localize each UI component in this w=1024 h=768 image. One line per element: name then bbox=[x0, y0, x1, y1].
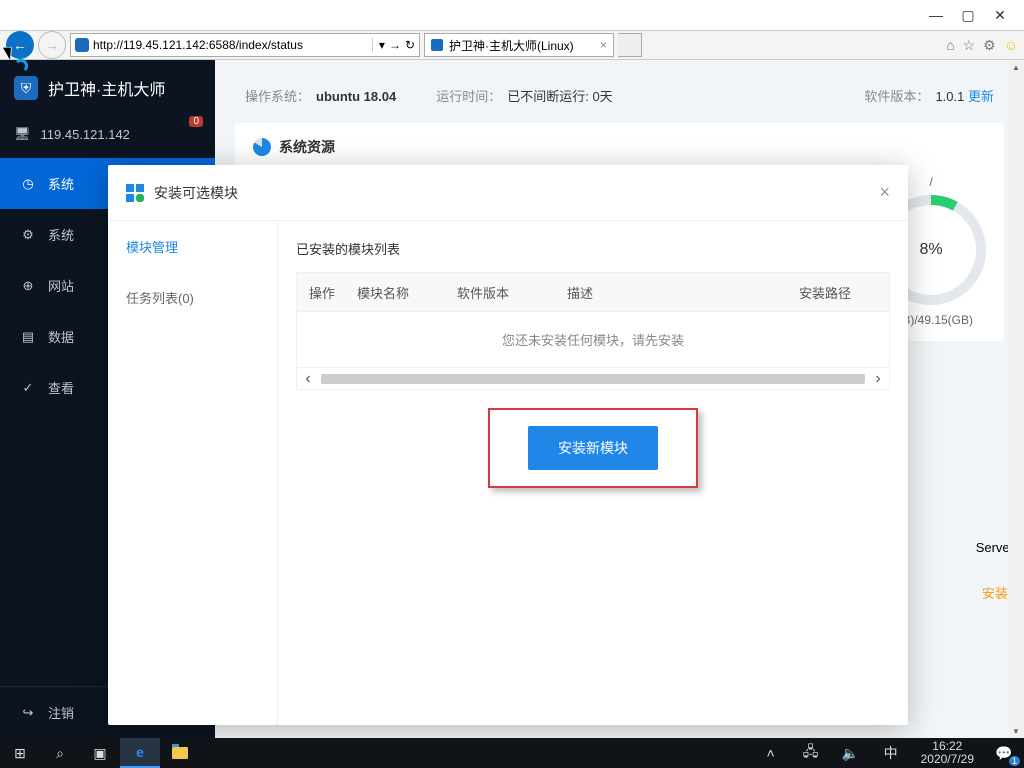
modal-title: 安装可选模块 bbox=[154, 183, 238, 203]
tab-task-list[interactable]: 任务列表(0) bbox=[108, 272, 277, 323]
table-header: 操作 模块名称 软件版本 描述 安装路径 bbox=[296, 272, 890, 312]
dropdown-icon[interactable]: ▾ bbox=[379, 38, 385, 52]
browser-toolbar: ← → http://119.45.121.142:6588/index/sta… bbox=[0, 30, 1024, 60]
site-shield-icon bbox=[75, 38, 89, 52]
highlighted-action-box: 安装新模块 bbox=[488, 408, 698, 488]
tray-up-icon[interactable]: ˄ bbox=[751, 738, 791, 768]
action-center-badge: 1 bbox=[1009, 756, 1020, 766]
tray-network-icon[interactable]: 🖧 bbox=[791, 738, 831, 768]
installed-modules-title: 已安装的模块列表 bbox=[296, 239, 890, 258]
window-maximize-button[interactable]: ▢ bbox=[952, 3, 984, 27]
scroll-thumb[interactable] bbox=[321, 374, 865, 384]
windows-taskbar: ⊞ ⌕ ▣ e ˄ 🖧 🔈 中 16:22 2020/7/29 💬1 bbox=[0, 738, 1024, 768]
scroll-left-icon[interactable]: ‹ bbox=[297, 370, 319, 388]
window-titlebar: — ▢ ✕ bbox=[0, 0, 1024, 30]
tab-close-icon[interactable]: × bbox=[600, 38, 607, 52]
search-button[interactable]: ⌕ bbox=[40, 738, 80, 768]
home-icon[interactable]: ⌂ bbox=[946, 37, 954, 54]
stop-icon[interactable]: ↻ bbox=[405, 38, 415, 52]
tab-module-management[interactable]: 模块管理 bbox=[108, 221, 277, 272]
install-modules-modal: 安装可选模块 × 模块管理 任务列表(0) 已安装的模块列表 操作 模块名称 软… bbox=[108, 165, 908, 725]
table-empty-message: 您还未安装任何模块，请先安装 bbox=[296, 312, 890, 368]
clock-date: 2020/7/29 bbox=[921, 753, 974, 766]
refresh-icon[interactable]: → bbox=[389, 38, 401, 52]
modal-sidebar: 模块管理 任务列表(0) bbox=[108, 221, 278, 725]
new-tab-button[interactable] bbox=[618, 33, 642, 57]
col-desc: 描述 bbox=[567, 283, 799, 302]
nav-forward-button[interactable]: → bbox=[38, 31, 66, 59]
taskbar-explorer-icon[interactable] bbox=[160, 738, 200, 768]
tray-volume-icon[interactable]: 🔈 bbox=[831, 738, 871, 768]
window-minimize-button[interactable]: — bbox=[920, 3, 952, 27]
install-new-module-button[interactable]: 安装新模块 bbox=[528, 426, 658, 470]
col-name: 模块名称 bbox=[357, 283, 457, 302]
favorites-icon[interactable]: ☆ bbox=[963, 37, 976, 54]
task-view-button[interactable]: ▣ bbox=[80, 738, 120, 768]
feedback-icon[interactable]: ☺ bbox=[1004, 37, 1018, 54]
modal-main: 已安装的模块列表 操作 模块名称 软件版本 描述 安装路径 您还未安装任何模块，… bbox=[278, 221, 908, 725]
col-path: 安装路径 bbox=[799, 283, 889, 302]
scroll-right-icon[interactable]: › bbox=[867, 370, 889, 388]
settings-icon[interactable]: ⚙ bbox=[983, 37, 996, 54]
address-bar[interactable]: http://119.45.121.142:6588/index/status … bbox=[70, 33, 420, 57]
start-button[interactable]: ⊞ bbox=[0, 738, 40, 768]
horizontal-scrollbar[interactable]: ‹ › bbox=[296, 368, 890, 390]
tab-title: 护卫神·主机大师(Linux) bbox=[449, 37, 574, 54]
action-center-icon[interactable]: 💬1 bbox=[984, 738, 1024, 768]
tab-shield-icon bbox=[431, 39, 443, 51]
col-action: 操作 bbox=[297, 283, 357, 302]
tray-ime-icon[interactable]: 中 bbox=[871, 738, 911, 768]
page-content: ⛨ 护卫神·主机大师 🖥 119.45.121.142 0 ◷ 系统 ⚙ 系统 … bbox=[0, 60, 1024, 738]
window-close-button[interactable]: ✕ bbox=[984, 3, 1016, 27]
url-text: http://119.45.121.142:6588/index/status bbox=[93, 38, 368, 52]
modal-header: 安装可选模块 × bbox=[108, 165, 908, 221]
modal-close-icon[interactable]: × bbox=[879, 182, 890, 203]
taskbar-ie-icon[interactable]: e bbox=[120, 738, 160, 768]
taskbar-clock[interactable]: 16:22 2020/7/29 bbox=[911, 738, 984, 768]
col-version: 软件版本 bbox=[457, 283, 567, 302]
modules-icon bbox=[126, 184, 144, 202]
nav-back-button[interactable]: ← bbox=[6, 31, 34, 59]
browser-tab[interactable]: 护卫神·主机大师(Linux) × bbox=[424, 33, 614, 57]
